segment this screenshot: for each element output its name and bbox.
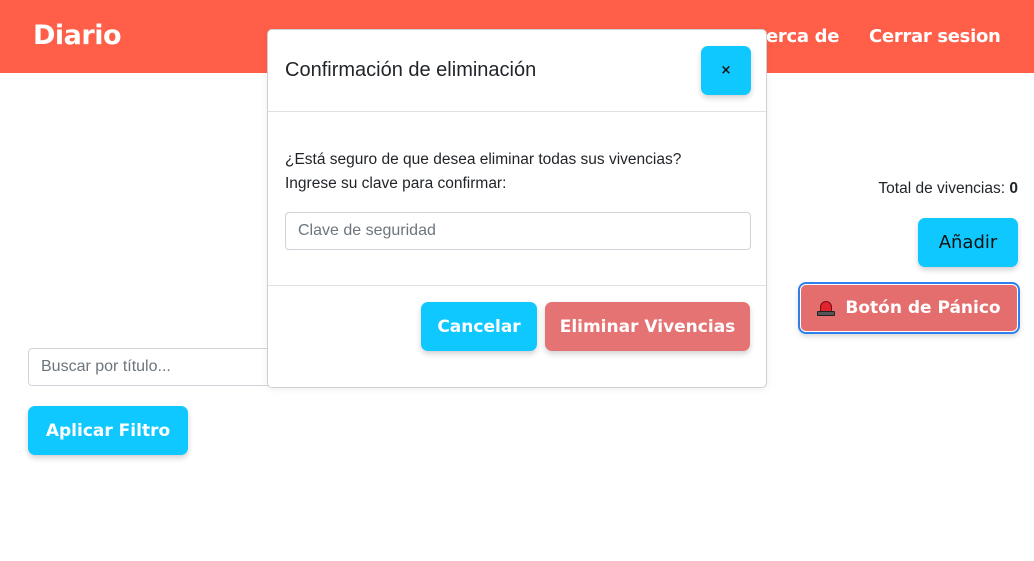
confirm-delete-modal: Confirmación de eliminación × ¿Está segu… [267, 29, 767, 388]
cancel-button[interactable]: Cancelar [421, 302, 537, 351]
add-button[interactable]: Añadir [918, 218, 1018, 267]
total-count: 0 [1009, 180, 1018, 197]
password-field[interactable] [285, 212, 751, 250]
total-vivencias: Total de vivencias: 0 [878, 180, 1018, 198]
panic-button[interactable]: Botón de Pánico [798, 282, 1020, 334]
panic-button-label: Botón de Pánico [845, 298, 1001, 318]
apply-filter-button[interactable]: Aplicar Filtro [28, 406, 188, 455]
confirm-message: ¿Está seguro de que desea eliminar todas… [285, 151, 682, 168]
modal-header: Confirmación de eliminación × [268, 30, 766, 112]
nav-link-logout[interactable]: Cerrar sesion [869, 26, 1001, 47]
delete-vivencias-button[interactable]: Eliminar Vivencias [545, 302, 750, 351]
modal-title: Confirmación de eliminación [285, 59, 537, 81]
total-label: Total de vivencias: [878, 180, 1006, 197]
modal-body: ¿Está seguro de que desea eliminar todas… [268, 112, 766, 286]
close-button[interactable]: × [701, 46, 751, 95]
password-prompt: Ingrese su clave para confirmar: [285, 175, 507, 192]
brand-logo[interactable]: Diario [33, 20, 122, 51]
siren-icon [817, 300, 836, 316]
